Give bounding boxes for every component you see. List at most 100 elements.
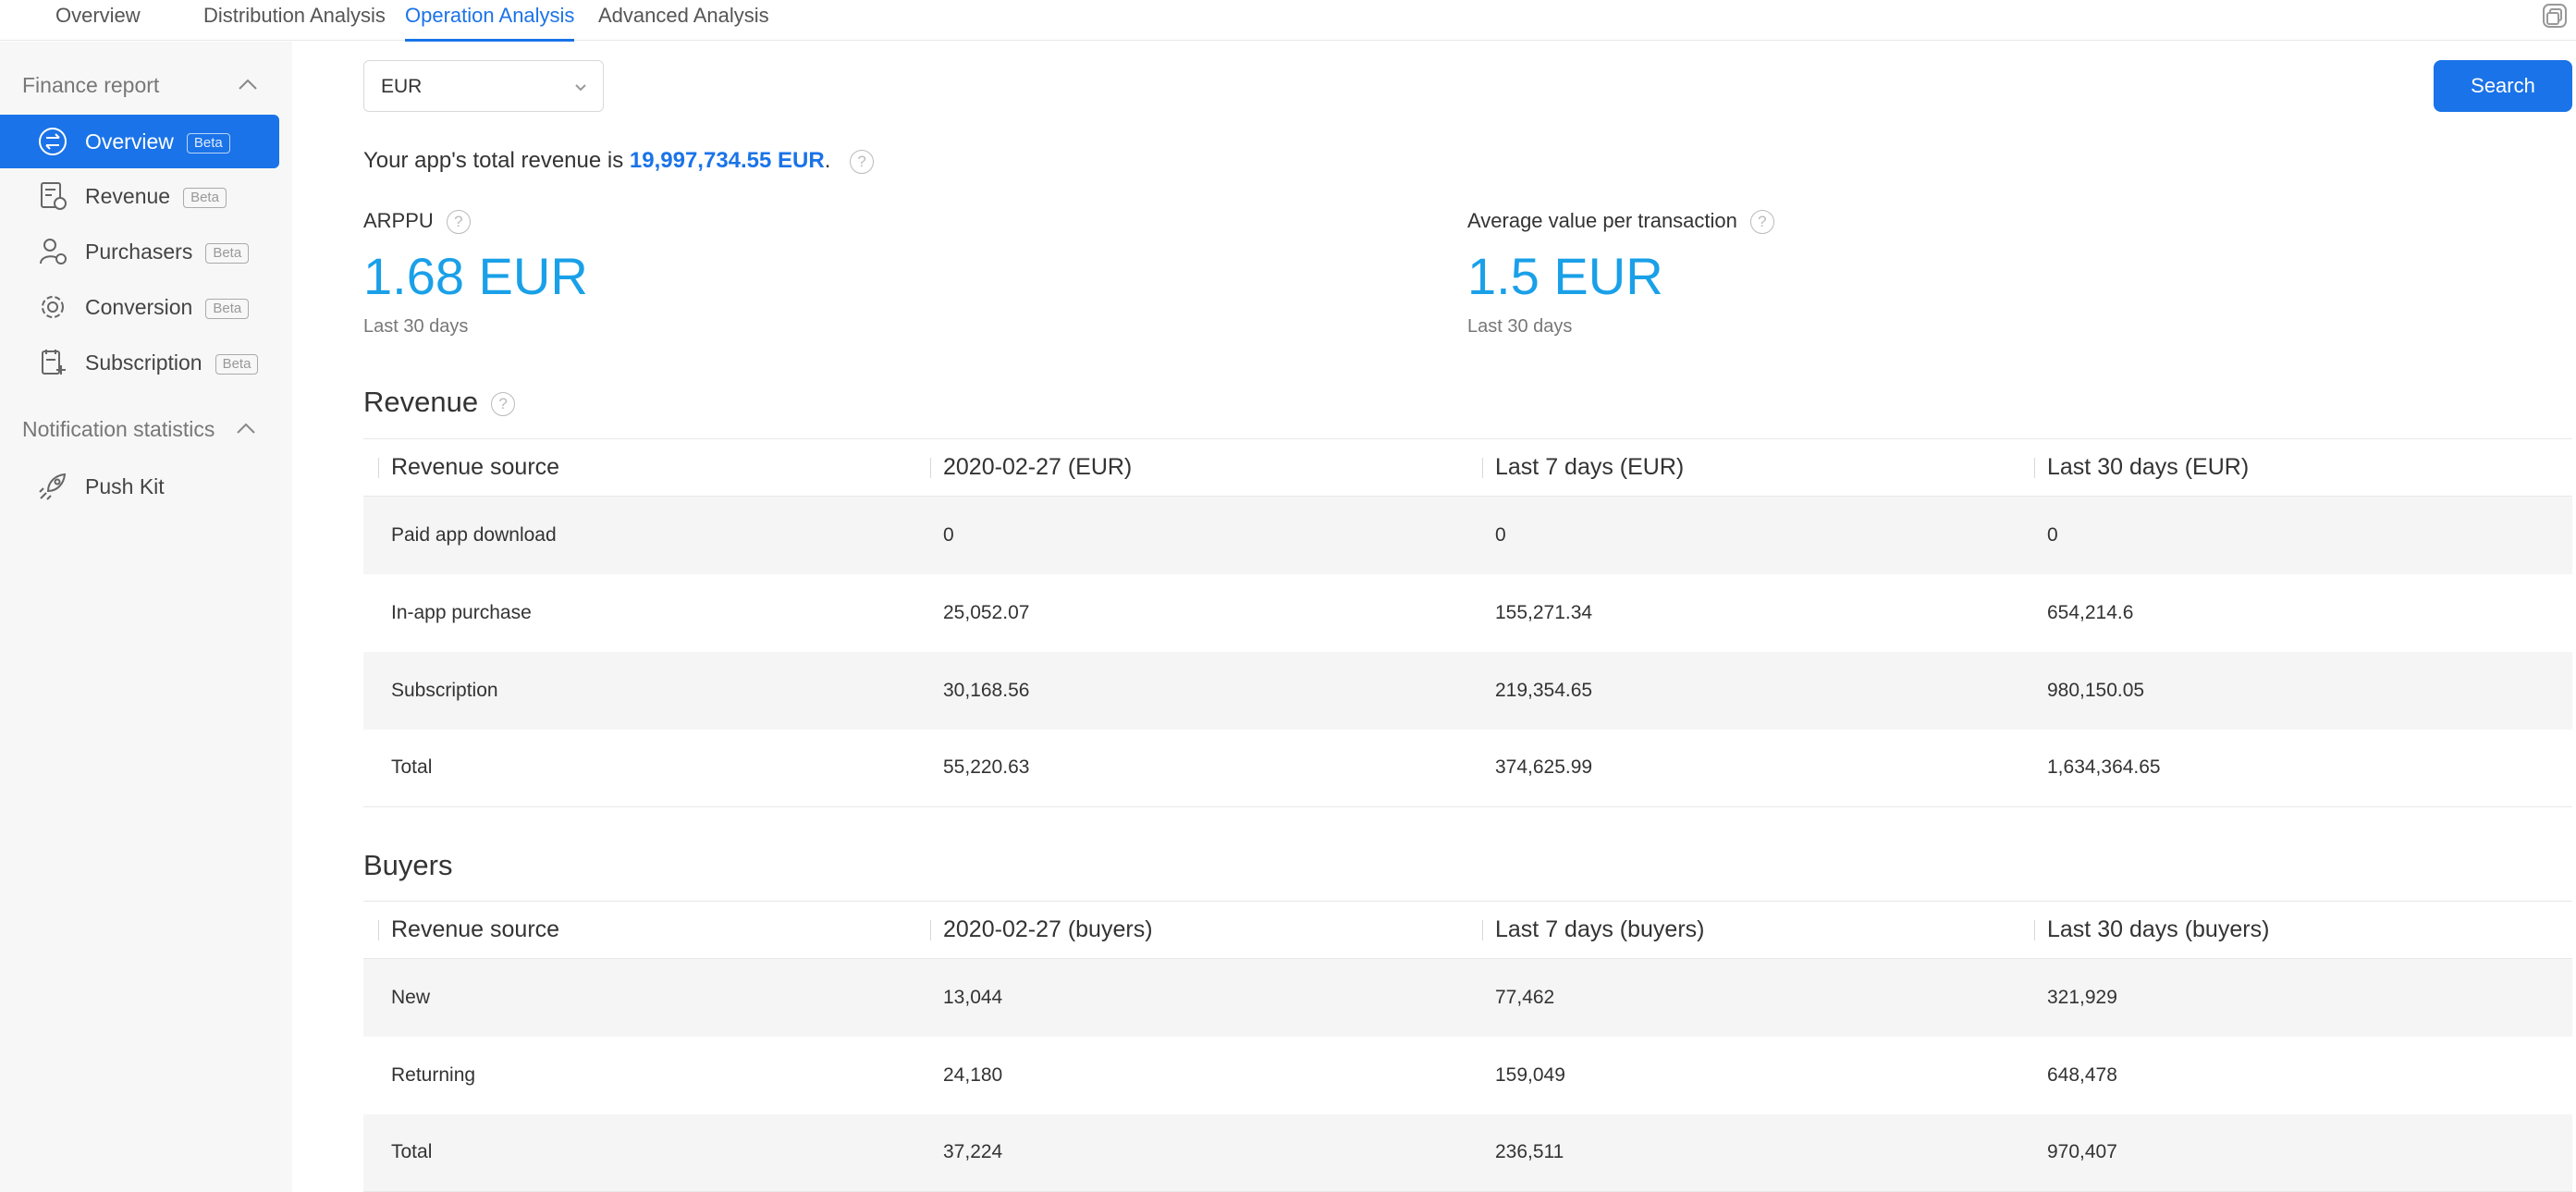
- sidebar-item-overview[interactable]: Overview Beta: [0, 115, 279, 168]
- table-cell: 13,044: [915, 958, 1467, 1037]
- sidebar-group-label: Notification statistics: [22, 417, 215, 441]
- summary-prefix: Your app's total revenue is: [363, 148, 630, 173]
- sidebar-group-label: Finance report: [22, 73, 160, 97]
- table-cell: 0: [2019, 496, 2572, 574]
- table-cell: In-app purchase: [391, 601, 532, 623]
- beta-badge: Beta: [183, 188, 227, 208]
- section-title-text: Revenue: [363, 386, 479, 418]
- sidebar-item-label: Overview: [85, 129, 174, 154]
- table-cell: 25,052.07: [943, 601, 1030, 623]
- help-icon[interactable]: ?: [446, 210, 471, 235]
- chevron-down-icon: [575, 84, 586, 92]
- purchaser-icon: [40, 239, 67, 264]
- sidebar-group-notification-statistics[interactable]: Notification statistics: [22, 411, 263, 448]
- revenue-table: Revenue source 2020-02-27 (EUR) Last 7 d…: [363, 438, 2572, 807]
- main-content: EUR Search Your app's total revenue is 1…: [292, 42, 2576, 1192]
- help-icon[interactable]: ?: [491, 391, 516, 416]
- table-cell: 55,220.63: [915, 729, 1467, 807]
- tab-operation-analysis[interactable]: Operation Analysis: [405, 0, 575, 42]
- table-cell: 970,407: [2019, 1113, 2572, 1192]
- sidebar-item-revenue[interactable]: Revenue Beta: [0, 169, 279, 223]
- table-row: New 13,044 77,462 321,929: [363, 958, 2572, 1037]
- metric-period: Last 30 days: [363, 316, 469, 337]
- table-cell: 77,462: [1467, 958, 2019, 1037]
- beta-badge: Beta: [215, 354, 259, 375]
- table-row: Subscription 30,168.56 219,354.65 980,15…: [363, 651, 2572, 730]
- table-cell: New: [363, 958, 915, 1037]
- column-header: Last 7 days (EUR): [1467, 438, 2019, 497]
- total-revenue-amount: 19,997,734.55 EUR: [629, 148, 825, 173]
- sidebar-item-subscription[interactable]: Subscription Beta: [0, 336, 279, 389]
- tab-advanced-analysis[interactable]: Advanced Analysis: [598, 0, 769, 41]
- section-title-text: Buyers: [363, 849, 453, 881]
- beta-badge: Beta: [205, 299, 250, 319]
- metric-period: Last 30 days: [1467, 316, 1573, 337]
- table-cell: 374,625.99: [1467, 729, 2019, 807]
- metric-label: ARPPU: [363, 209, 434, 232]
- revenue-section-title: Revenue?: [363, 384, 516, 421]
- column-header: Revenue source: [363, 438, 915, 497]
- column-header: Last 7 days (buyers): [1467, 901, 2019, 959]
- table-cell: 155,271.34: [1495, 601, 1593, 623]
- table-row: Total 37,224 236,511 970,407: [363, 1113, 2572, 1192]
- sidebar-item-push-kit[interactable]: Push Kit: [0, 460, 279, 513]
- column-header: Last 30 days (EUR): [2019, 438, 2572, 497]
- sidebar-group-finance-report[interactable]: Finance report: [22, 67, 263, 104]
- table-header-row: Revenue source 2020-02-27 (buyers) Last …: [363, 901, 2572, 959]
- metric-value: 1.68 EUR: [363, 247, 588, 305]
- table-cell: 236,511: [1467, 1113, 2019, 1192]
- table-row: Paid app download 0 0 0: [363, 496, 2572, 574]
- currency-select-value: EUR: [381, 76, 423, 97]
- table-cell: 648,478: [2047, 1063, 2117, 1086]
- help-icon[interactable]: ?: [1749, 210, 1774, 235]
- table-row: Returning 24,180 159,049 648,478: [363, 1037, 2572, 1114]
- sidebar-item-label: Subscription: [85, 350, 202, 375]
- help-icon[interactable]: ?: [850, 149, 875, 174]
- sidebar-item-label: Purchasers: [85, 240, 193, 264]
- metric-value: 1.5 EUR: [1467, 247, 1663, 305]
- buyers-section-title: Buyers: [363, 847, 452, 884]
- tab-overview[interactable]: Overview: [55, 0, 141, 41]
- sidebar-item-conversion[interactable]: Conversion Beta: [0, 280, 279, 334]
- sidebar: Finance report Overview Beta Revenue Beta …: [0, 42, 292, 1192]
- tab-distribution-analysis[interactable]: Distribution Analysis: [203, 0, 386, 41]
- table-cell: 159,049: [1495, 1063, 1565, 1086]
- chevron-up-icon: [237, 423, 255, 434]
- table-cell: 37,224: [915, 1113, 1467, 1192]
- sidebar-item-label: Push Kit: [85, 474, 165, 498]
- column-header: 2020-02-27 (EUR): [915, 438, 1467, 497]
- buyers-table: Revenue source 2020-02-27 (buyers) Last …: [363, 901, 2572, 1192]
- table-cell: 24,180: [943, 1063, 1003, 1086]
- table-cell: 980,150.05: [2019, 651, 2572, 730]
- table-cell: Subscription: [363, 651, 915, 730]
- rocket-icon: [39, 473, 67, 500]
- table-row: Total 55,220.63 374,625.99 1,634,364.65: [363, 729, 2572, 807]
- search-button[interactable]: Search: [2434, 60, 2572, 112]
- sidebar-item-label: Revenue: [85, 184, 171, 208]
- table-header-row: Revenue source 2020-02-27 (EUR) Last 7 d…: [363, 438, 2572, 497]
- table-cell: 219,354.65: [1467, 651, 2019, 730]
- table-cell: 321,929: [2019, 958, 2572, 1037]
- currency-select[interactable]: EUR: [363, 60, 604, 112]
- top-navigation: Overview Distribution Analysis Operation…: [0, 0, 2576, 42]
- sidebar-item-purchasers[interactable]: Purchasers Beta: [0, 225, 279, 278]
- table-cell: 654,214.6: [2047, 601, 2134, 623]
- table-cell: 0: [915, 496, 1467, 574]
- revenue-doc-icon: [41, 182, 67, 210]
- table-cell: 0: [1467, 496, 2019, 574]
- metric-label: Average value per transaction: [1467, 209, 1737, 232]
- window-restore-icon[interactable]: [2541, 2, 2569, 30]
- subscription-icon: [42, 350, 66, 375]
- chevron-up-icon: [239, 79, 257, 90]
- table-cell: 1,634,364.65: [2019, 729, 2572, 807]
- beta-badge: Beta: [186, 133, 230, 154]
- arppu-metric: ARPPU? 1.68 EUR Last 30 days: [363, 207, 1011, 340]
- column-header: Revenue source: [363, 901, 915, 959]
- table-cell: Total: [363, 1113, 915, 1192]
- table-cell: 30,168.56: [915, 651, 1467, 730]
- column-header: 2020-02-27 (buyers): [915, 901, 1467, 959]
- summary-suffix: .: [824, 148, 831, 173]
- avg-transaction-metric: Average value per transaction? 1.5 EUR L…: [1467, 207, 2115, 340]
- table-row: In-app purchase 25,052.07 155,271.34 654…: [363, 574, 2572, 652]
- beta-badge: Beta: [205, 243, 250, 264]
